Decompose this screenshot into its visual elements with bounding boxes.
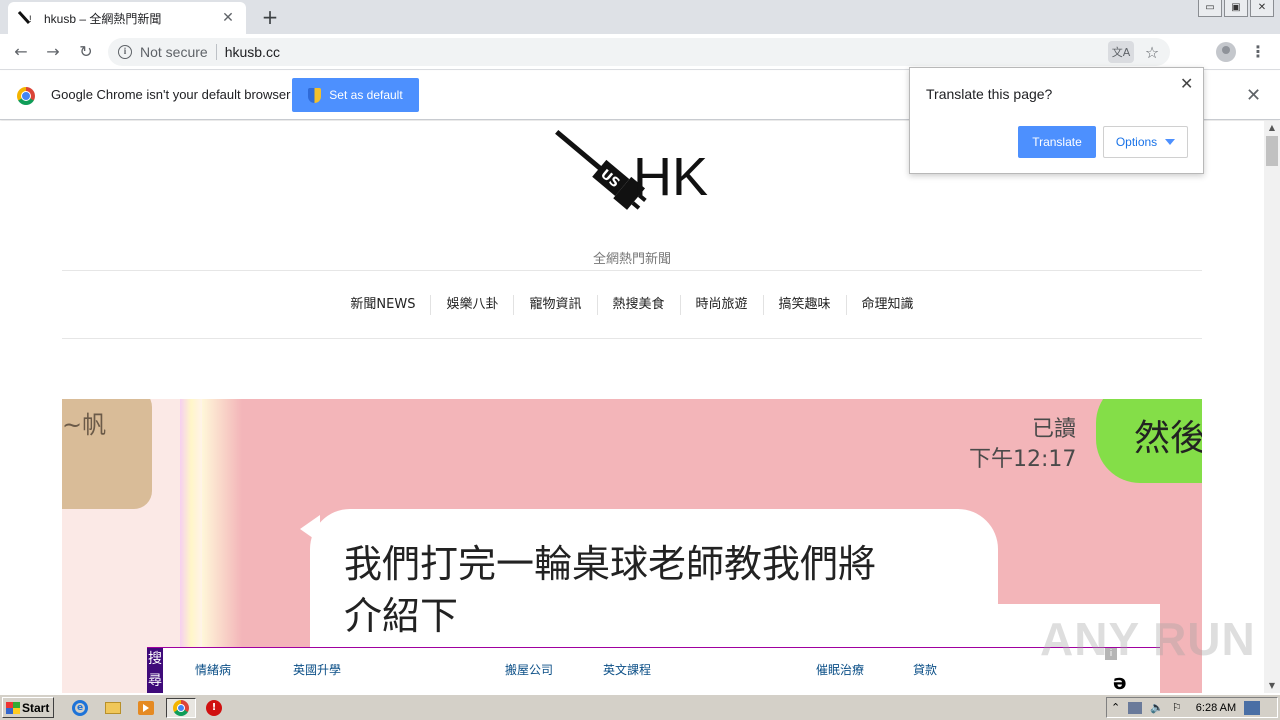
windows-taskbar: Start e ! ⌃ 🔈 ⚐ 6:28 AM <box>0 694 1280 720</box>
bookmark-star-icon[interactable]: ☆ <box>1140 43 1164 62</box>
page-scrollbar[interactable]: ▲ ▼ <box>1264 121 1280 693</box>
forward-button[interactable]: → <box>42 41 64 63</box>
anyrun-watermark: ANY RUN <box>1040 613 1256 665</box>
tray-expand-icon[interactable]: ⌃ <box>1111 701 1120 714</box>
ie-glyph: e <box>72 700 88 716</box>
dropdown-arrow-icon <box>1165 139 1176 145</box>
window-controls: ▭ ▣ ✕ <box>1198 0 1274 17</box>
ad-link[interactable]: 英文課程 <box>603 661 651 678</box>
taskbar-folder-icon[interactable] <box>103 698 123 718</box>
site-logo[interactable]: US HK <box>545 127 725 231</box>
ad-link[interactable]: 催眠治療 <box>816 661 864 678</box>
ad-link[interactable]: 情緒病 <box>195 661 231 678</box>
minimize-button[interactable]: ▭ <box>1198 0 1222 17</box>
tray-network-icon[interactable] <box>1128 701 1143 714</box>
divider <box>62 338 1202 339</box>
stop-glyph: ! <box>206 700 222 716</box>
uac-shield-icon <box>308 87 322 103</box>
folder-glyph <box>105 702 121 714</box>
chrome-menu-icon[interactable]: ⋮ <box>1250 41 1266 63</box>
reload-button[interactable]: ↻ <box>75 41 97 63</box>
taskbar-ie-icon[interactable]: e <box>70 698 90 718</box>
profile-avatar-icon[interactable] <box>1216 42 1236 62</box>
ad-side-glyph: ǝ <box>1113 670 1127 693</box>
web-page: US HK 全網熱門新聞 新聞NEWS 娛樂八卦 寵物資訊 熱搜美食 時尚旅遊 … <box>0 121 1264 693</box>
url-text[interactable]: hkusb.cc <box>225 44 1108 60</box>
taskbar-media-player-icon[interactable] <box>136 698 156 718</box>
nav-item-food[interactable]: 熱搜美食 <box>596 295 680 315</box>
restore-button[interactable]: ▣ <box>1224 0 1248 17</box>
logo-text: HK <box>633 147 708 207</box>
hero-green-text: 然後 <box>1134 418 1202 459</box>
hero-time: 下午12:17 <box>969 447 1077 472</box>
translate-icon[interactable]: 文A <box>1108 41 1134 63</box>
security-label: Not secure <box>140 44 208 60</box>
tray-clock: 6:28 AM <box>1195 701 1237 714</box>
info-icon[interactable]: i <box>118 45 132 59</box>
address-bar[interactable]: i Not secure hkusb.cc 文A ☆ <box>108 38 1170 66</box>
omnibox-divider <box>215 44 217 60</box>
ad-link[interactable]: 貸款 <box>913 661 937 678</box>
windows-flag-icon <box>6 701 20 714</box>
hero-bubble-line2: 介紹下 <box>344 594 459 638</box>
site-tagline: 全網熱門新聞 <box>592 252 671 267</box>
window-close-button[interactable]: ✕ <box>1250 0 1274 17</box>
ad-search-tag: 搜尋 <box>147 648 163 693</box>
tab-strip: ! hkusb – 全網熱門新聞 ✕ + ▭ ▣ ✕ <box>0 0 1280 34</box>
svg-text:!: ! <box>29 14 32 24</box>
divider <box>62 270 1202 271</box>
taskbar-stop-icon[interactable]: ! <box>204 698 224 718</box>
show-desktop-icon[interactable] <box>1244 700 1261 715</box>
set-as-default-label: Set as default <box>329 88 403 102</box>
system-tray: ⌃ 🔈 ⚐ 6:28 AM <box>1106 697 1278 718</box>
site-favicon-icon: ! <box>18 11 32 25</box>
infobar-close-icon[interactable]: ✕ <box>1246 85 1261 106</box>
hero-green-bubble: 然後 <box>1096 399 1202 483</box>
browser-toolbar: ← → ↻ i Not secure hkusb.cc 文A ☆ ⋮ <box>0 34 1280 70</box>
translate-question: Translate this page? <box>926 86 1053 102</box>
infobar-message: Google Chrome isn't your default browser <box>51 87 291 102</box>
translate-close-icon[interactable]: ✕ <box>1180 74 1193 93</box>
chrome-glyph <box>173 700 189 716</box>
nav-item-news[interactable]: 新聞NEWS <box>335 295 430 315</box>
nav-item-funny[interactable]: 搞笑趣味 <box>762 295 846 315</box>
hero-read-label: 已讀 <box>1032 417 1077 442</box>
nav-item-pets[interactable]: 寵物資訊 <box>513 295 596 315</box>
hero-tan-text: ~帆 <box>62 411 107 439</box>
ad-bar: 搜尋 情緒病 英國升學 搬屋公司 英文課程 催眠治療 貸款 i ǝ <box>147 647 1160 693</box>
start-label: Start <box>22 700 50 715</box>
set-as-default-button[interactable]: Set as default <box>292 78 419 112</box>
nav-item-travel[interactable]: 時尚旅遊 <box>679 295 763 315</box>
scroll-thumb[interactable] <box>1266 136 1278 166</box>
nav-item-fortune[interactable]: 命理知識 <box>845 295 929 315</box>
scroll-down-icon[interactable]: ▼ <box>1264 679 1280 693</box>
ad-link[interactable]: 搬屋公司 <box>505 661 553 678</box>
taskbar-chrome-icon[interactable] <box>166 698 196 718</box>
scroll-up-icon[interactable]: ▲ <box>1264 121 1280 135</box>
start-button[interactable]: Start <box>2 697 54 718</box>
translate-button[interactable]: Translate <box>1018 126 1096 158</box>
tab-close-icon[interactable]: ✕ <box>220 10 236 26</box>
tab-title: hkusb – 全網熱門新聞 <box>44 11 162 26</box>
chrome-logo-icon <box>17 87 35 105</box>
main-nav: 新聞NEWS 娛樂八卦 寵物資訊 熱搜美食 時尚旅遊 搞笑趣味 命理知識 <box>0 295 1264 315</box>
tab-hkusb[interactable]: ! hkusb – 全網熱門新聞 ✕ <box>8 2 246 34</box>
hero-bubble-line1: 我們打完一輪桌球老師教我們將 <box>344 542 877 586</box>
options-button[interactable]: Options <box>1103 126 1188 158</box>
tray-flag-icon[interactable]: ⚐ <box>1172 701 1182 714</box>
nav-item-entertainment[interactable]: 娛樂八卦 <box>430 295 513 315</box>
translate-popup: Translate this page? ✕ Translate Options <box>909 67 1204 174</box>
back-button[interactable]: ← <box>10 41 32 63</box>
options-label: Options <box>1115 135 1158 149</box>
tray-volume-icon[interactable]: 🔈 <box>1150 701 1164 714</box>
ad-link[interactable]: 英國升學 <box>293 661 341 678</box>
new-tab-button[interactable]: + <box>258 5 282 29</box>
media-glyph <box>138 701 154 715</box>
